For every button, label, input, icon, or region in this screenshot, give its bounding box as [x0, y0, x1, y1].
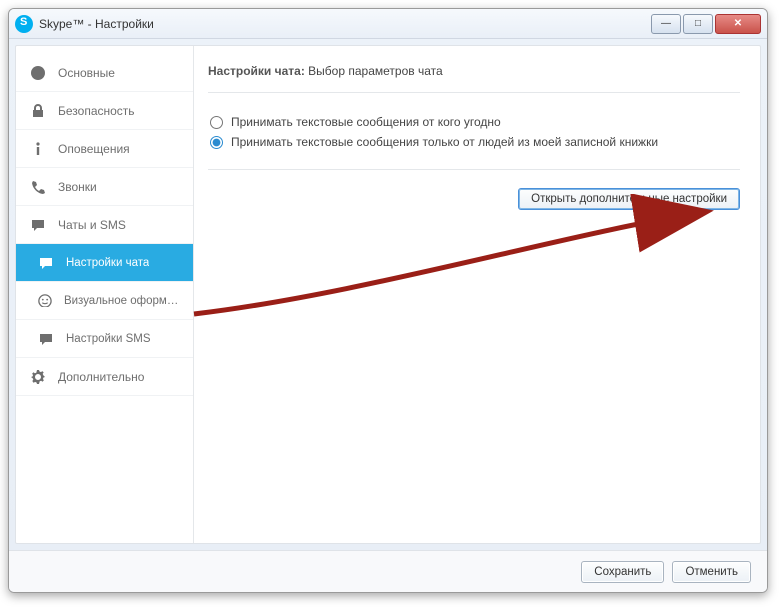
pane-heading-rest: Выбор параметров чата	[305, 64, 443, 78]
lock-icon	[30, 103, 46, 119]
sidebar-item-label: Безопасность	[58, 104, 135, 118]
sidebar-item-label: Основные	[58, 66, 115, 80]
settings-window: Skype™ - Настройки — □ ✕ Основные Безопа…	[8, 8, 768, 593]
window-title: Skype™ - Настройки	[39, 17, 154, 31]
gear-icon	[30, 369, 46, 385]
sidebar-item-label: Настройки чата	[66, 257, 149, 269]
maximize-button[interactable]: □	[683, 14, 713, 34]
radio-contacts-only[interactable]: Принимать текстовые сообщения только от …	[210, 135, 738, 149]
save-button[interactable]: Сохранить	[581, 561, 664, 583]
cancel-button[interactable]: Отменить	[672, 561, 751, 583]
sidebar-item-label: Оповещения	[58, 142, 130, 156]
radio-contacts-label: Принимать текстовые сообщения только от …	[231, 135, 658, 149]
minimize-button[interactable]: —	[651, 14, 681, 34]
smiley-icon	[38, 293, 52, 309]
sidebar-item-appearance[interactable]: Визуальное оформлен...	[16, 282, 193, 320]
footer: Сохранить Отменить	[9, 550, 767, 592]
sidebar-item-general[interactable]: Основные	[16, 54, 193, 92]
chat-icon	[38, 255, 54, 271]
sidebar-item-advanced[interactable]: Дополнительно	[16, 358, 193, 396]
info-icon	[30, 141, 46, 157]
phone-icon	[30, 179, 46, 195]
sidebar-item-notifications[interactable]: Оповещения	[16, 130, 193, 168]
sidebar: Основные Безопасность Оповещения Звонки	[16, 46, 194, 543]
sidebar-item-label: Настройки SMS	[66, 333, 151, 345]
sidebar-item-label: Чаты и SMS	[58, 218, 126, 232]
pane-heading-strong: Настройки чата:	[208, 64, 305, 78]
sidebar-item-label: Звонки	[58, 180, 97, 194]
sidebar-item-chat-settings[interactable]: Настройки чата	[16, 244, 193, 282]
sidebar-item-security[interactable]: Безопасность	[16, 92, 193, 130]
skype-small-icon	[30, 65, 46, 81]
skype-icon	[15, 15, 33, 33]
sidebar-item-sms-settings[interactable]: Настройки SMS	[16, 320, 193, 358]
chat-bubble-icon	[30, 217, 46, 233]
sidebar-item-chats-sms[interactable]: Чаты и SMS	[16, 206, 193, 244]
radio-contacts-input[interactable]	[210, 136, 223, 149]
pane-heading: Настройки чата: Выбор параметров чата	[208, 64, 740, 93]
radio-anyone-input[interactable]	[210, 116, 223, 129]
open-advanced-button[interactable]: Открыть дополнительные настройки	[518, 188, 740, 210]
receive-options: Принимать текстовые сообщения от кого уг…	[208, 93, 740, 170]
advanced-button-row: Открыть дополнительные настройки	[208, 170, 740, 210]
radio-anyone-label: Принимать текстовые сообщения от кого уг…	[231, 115, 501, 129]
main-pane: Настройки чата: Выбор параметров чата Пр…	[194, 46, 760, 543]
radio-anyone[interactable]: Принимать текстовые сообщения от кого уг…	[210, 115, 738, 129]
close-button[interactable]: ✕	[715, 14, 761, 34]
annotation-arrow	[184, 194, 744, 334]
sms-icon	[38, 331, 54, 347]
sidebar-item-calls[interactable]: Звонки	[16, 168, 193, 206]
window-body: Основные Безопасность Оповещения Звонки	[15, 45, 761, 544]
sidebar-item-label: Визуальное оформлен...	[64, 295, 179, 307]
titlebar: Skype™ - Настройки — □ ✕	[9, 9, 767, 39]
sidebar-item-label: Дополнительно	[58, 370, 144, 384]
